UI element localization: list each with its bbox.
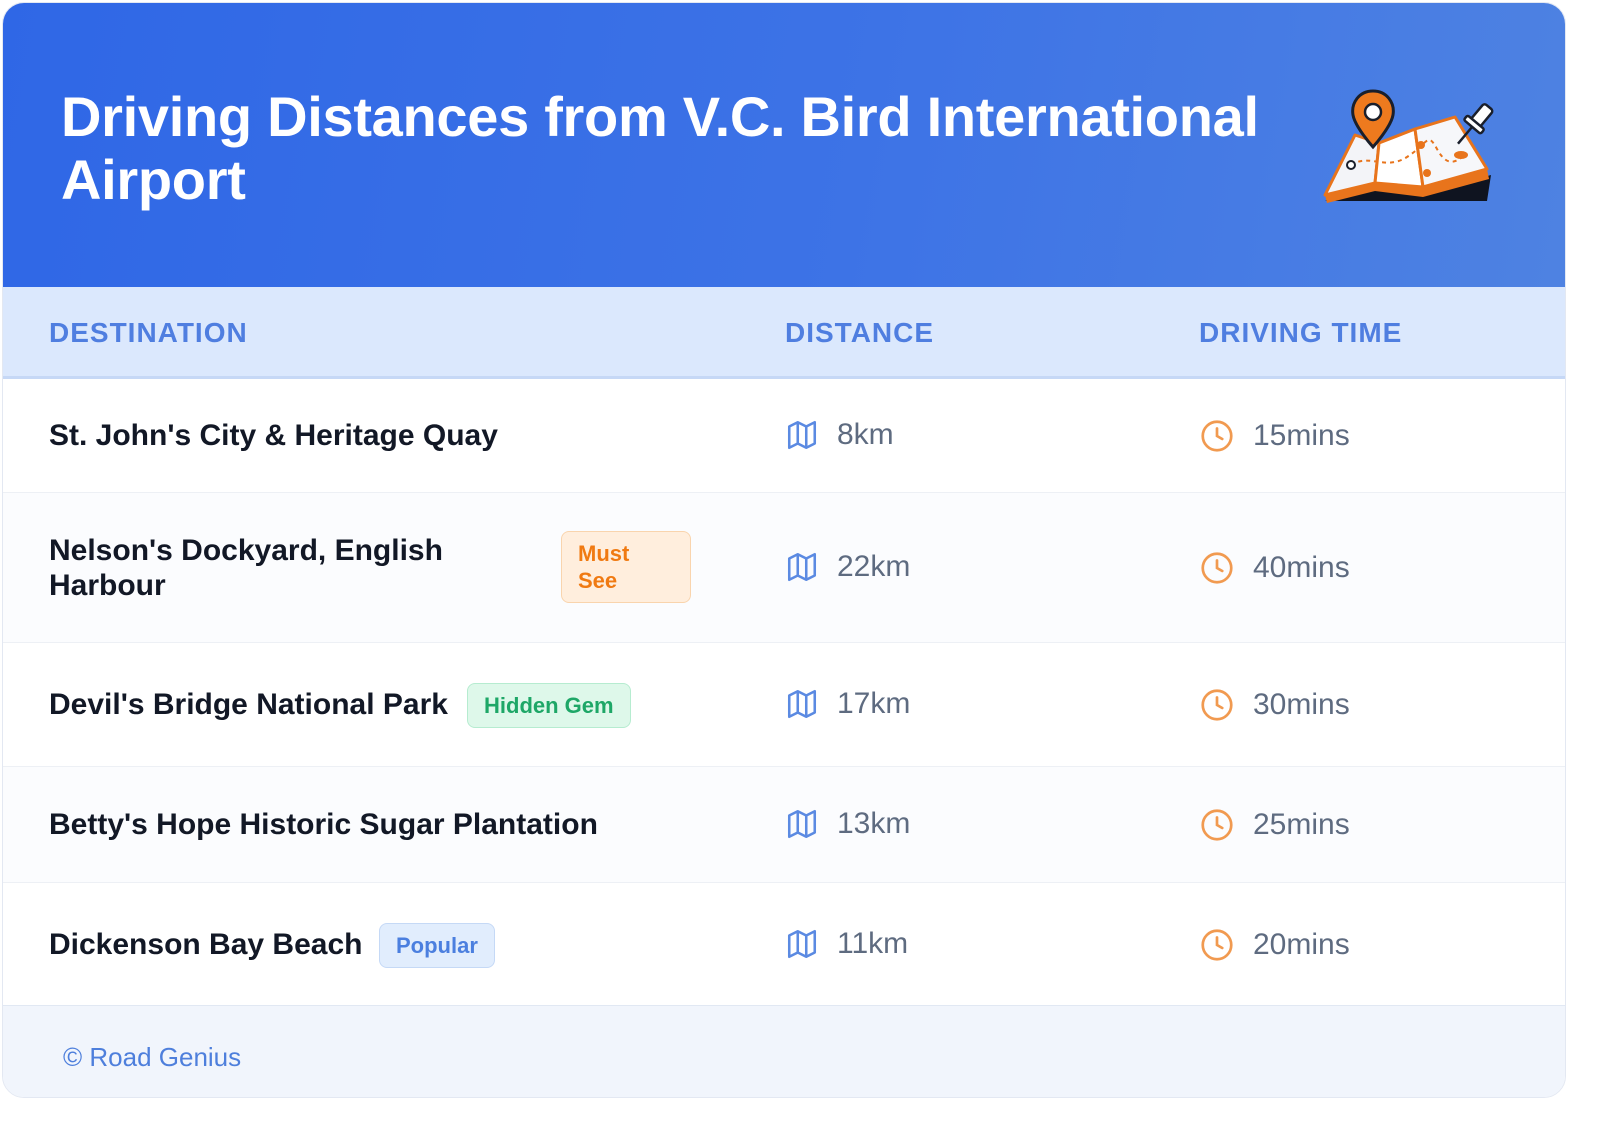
- clock-icon: [1201, 929, 1233, 961]
- distance-value: 22km: [837, 550, 911, 583]
- destination-name: Dickenson Bay Beach: [49, 928, 363, 961]
- distance-cell: 11km: [785, 927, 908, 961]
- distance-value: 8km: [837, 418, 894, 451]
- destination-name: Betty's Hope Historic Sugar Plantation: [49, 808, 598, 841]
- map-icon: [787, 689, 817, 719]
- card-footer: © Road Genius: [3, 1005, 1565, 1097]
- clock-icon: [1201, 552, 1233, 584]
- time-cell: 20mins: [1199, 927, 1350, 963]
- distance-cell: 17km: [785, 687, 910, 721]
- distance-card: Driving Distances from V.C. Bird Interna…: [2, 2, 1566, 1098]
- time-cell: 25mins: [1199, 807, 1350, 843]
- badge-popular: Popular: [379, 923, 495, 968]
- clock-icon: [1201, 809, 1233, 841]
- time-value: 25mins: [1253, 808, 1350, 841]
- distance-cell: 8km: [785, 418, 894, 452]
- map-icon: [787, 420, 817, 450]
- distance-value: 11km: [837, 927, 909, 960]
- table-row: St. John's City & Heritage Quay 8km 15mi…: [3, 379, 1565, 493]
- table-row: Devil's Bridge National Park Hidden Gem …: [3, 643, 1565, 767]
- destination-name: Nelson's Dockyard, English Harbour: [49, 534, 443, 602]
- column-header-driving-time: DRIVING TIME: [1199, 317, 1403, 348]
- table-row: Betty's Hope Historic Sugar Plantation 1…: [3, 767, 1565, 883]
- column-header-distance: DISTANCE: [785, 317, 935, 348]
- distance-value: 13km: [837, 807, 911, 840]
- map-icon: [787, 552, 817, 582]
- destination-name: Devil's Bridge National Park: [49, 688, 448, 721]
- card-header: Driving Distances from V.C. Bird Interna…: [3, 3, 1565, 287]
- time-value: 20mins: [1253, 928, 1350, 961]
- time-value: 30mins: [1253, 688, 1350, 721]
- distance-value: 17km: [837, 687, 911, 720]
- map-icon: [787, 929, 817, 959]
- clock-icon: [1201, 420, 1233, 452]
- badge-hidden-gem: Hidden Gem: [467, 683, 631, 728]
- distance-cell: 13km: [785, 807, 910, 841]
- map-icon: [787, 809, 817, 839]
- table-header: DESTINATION DISTANCE DRIVING TIME: [3, 287, 1565, 379]
- time-cell: 40mins: [1199, 550, 1350, 586]
- column-header-destination: DESTINATION: [49, 317, 248, 348]
- page-title: Driving Distances from V.C. Bird Interna…: [61, 85, 1259, 211]
- table-row: Nelson's Dockyard, English Harbour Must …: [3, 493, 1565, 643]
- badge-must-see: Must See: [561, 531, 691, 603]
- time-cell: 15mins: [1199, 418, 1350, 454]
- table-row: Dickenson Bay Beach Popular 11km 20mins: [3, 883, 1565, 1005]
- distance-cell: 22km: [785, 550, 910, 584]
- time-cell: 30mins: [1199, 687, 1350, 723]
- clock-icon: [1201, 689, 1233, 721]
- time-value: 40mins: [1253, 551, 1350, 584]
- copyright-text: © Road Genius: [63, 1042, 242, 1072]
- map-with-pins-icon: [1323, 89, 1494, 203]
- time-value: 15mins: [1253, 419, 1350, 452]
- destination-name: St. John's City & Heritage Quay: [49, 419, 498, 452]
